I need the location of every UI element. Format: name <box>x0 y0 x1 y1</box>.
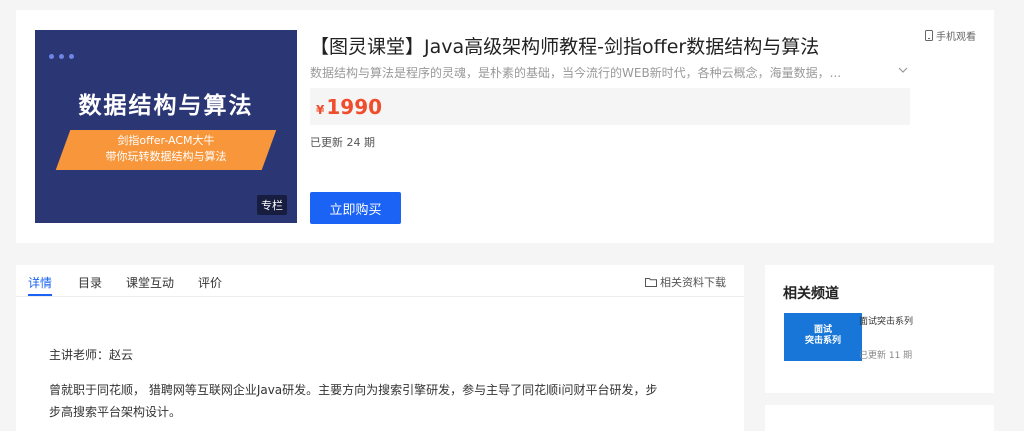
cover-title: 数据结构与算法 <box>78 93 254 119</box>
course-cover[interactable]: 数据结构与算法 剑指offer-ACM大牛 带你玩转数据结构与算法 专栏 <box>35 30 297 223</box>
related-thumb-line2: 突击系列 <box>804 336 841 346</box>
tab-reviews[interactable]: 评价 <box>198 274 222 291</box>
cover-subtitle-line2: 带你玩转数据结构与算法 <box>105 150 227 163</box>
cover-subtitle: 剑指offer-ACM大牛 带你玩转数据结构与算法 <box>63 133 269 165</box>
course-title: 【图灵课堂】Java高级架构师教程-剑指offer数据结构与算法 <box>310 36 820 58</box>
update-count: 已更新 24 期 <box>310 136 375 149</box>
download-label: 相关资料下载 <box>660 276 726 289</box>
related-item-updated: 已更新 11 期 <box>859 351 913 361</box>
active-tab-indicator <box>28 294 52 296</box>
related-channels-title: 相关频道 <box>783 286 839 302</box>
price-box: ¥ 1990 <box>310 88 910 125</box>
phone-icon <box>925 30 933 41</box>
teacher-name: 主讲老师：赵云 <box>49 348 134 362</box>
cover-dots <box>49 44 79 63</box>
cover-subtitle-line1: 剑指offer-ACM大牛 <box>117 134 215 147</box>
mobile-view-link[interactable]: 手机观看 <box>925 28 976 43</box>
mobile-view-label: 手机观看 <box>936 32 976 43</box>
related-thumb-text: 面试 突击系列 <box>784 325 862 347</box>
tab-catalog[interactable]: 目录 <box>78 274 102 291</box>
related-thumb-line1: 面试 <box>813 325 832 335</box>
tab-bar: 详情 目录 课堂互动 评价 相关资料下载 <box>16 265 744 297</box>
secondary-side-card <box>765 405 994 431</box>
chevron-down-icon[interactable] <box>897 64 909 76</box>
tab-interaction[interactable]: 课堂互动 <box>126 274 174 291</box>
course-header-card: 数据结构与算法 剑指offer-ACM大牛 带你玩转数据结构与算法 专栏 【图灵… <box>16 10 994 243</box>
price-value: 1990 <box>326 95 383 119</box>
cover-tag: 专栏 <box>257 195 287 215</box>
tab-details[interactable]: 详情 <box>28 274 52 291</box>
course-description: 数据结构与算法是程序的灵魂，是朴素的基础，当今流行的WEB新时代，各种云概念，海… <box>310 66 842 80</box>
detail-card: 详情 目录 课堂互动 评价 相关资料下载 主讲老师：赵云 曾就职于同花顺， 猎聘… <box>16 265 744 431</box>
related-channels-card: 相关频道 面试 突击系列 面试突击系列 已更新 11 期 <box>765 265 994 393</box>
price-currency: ¥ <box>316 103 325 117</box>
related-item-name[interactable]: 面试突击系列 <box>859 314 913 327</box>
price: ¥ 1990 <box>316 95 382 119</box>
folder-icon <box>645 278 657 287</box>
related-item-thumbnail[interactable]: 面试 突击系列 <box>784 313 862 361</box>
download-materials-link[interactable]: 相关资料下载 <box>645 274 726 290</box>
buy-now-button[interactable]: 立即购买 <box>310 192 401 224</box>
teacher-bio: 曾就职于同花顺， 猎聘网等互联网企业Java研发。主要方向为搜索引擎研发，参与主… <box>49 383 658 419</box>
